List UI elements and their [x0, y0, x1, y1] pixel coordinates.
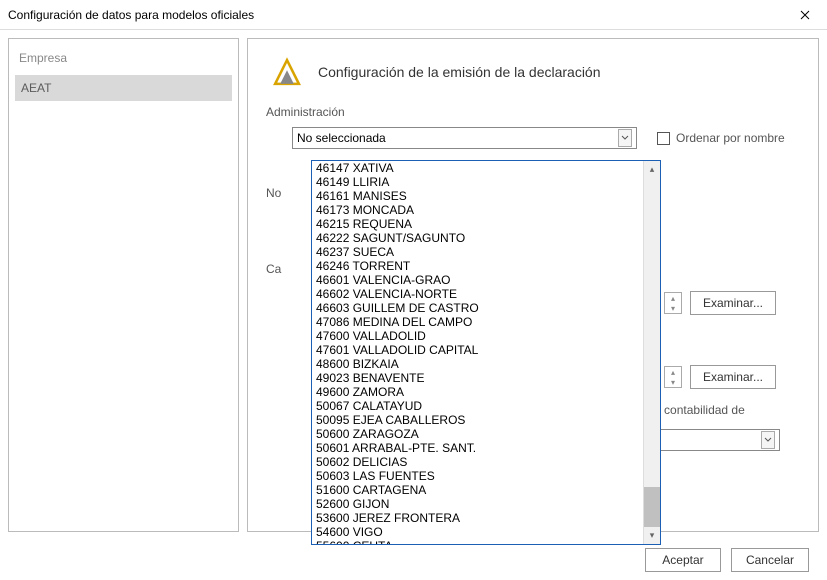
spinner-1[interactable]: ▴ ▾ — [664, 292, 682, 314]
dropdown-item[interactable]: 50603 LAS FUENTES — [312, 469, 643, 483]
section-header: Configuración de la emisión de la declar… — [266, 49, 800, 101]
dropdown-item[interactable]: 46602 VALENCIA-NORTE — [312, 287, 643, 301]
dropdown-scrollbar[interactable]: ▴ ▾ — [643, 161, 660, 544]
order-by-name-checkbox[interactable]: Ordenar por nombre — [657, 131, 785, 145]
checkbox-box-icon — [657, 132, 670, 145]
scroll-thumb[interactable] — [644, 487, 660, 527]
dropdown-item[interactable]: 46601 VALENCIA-GRAO — [312, 273, 643, 287]
dropdown-item[interactable]: 50602 DELICIAS — [312, 455, 643, 469]
browse-button-2[interactable]: Examinar... — [690, 365, 776, 389]
section-title: Configuración de la emisión de la declar… — [318, 64, 601, 80]
window-title: Configuración de datos para modelos ofic… — [8, 8, 254, 22]
admin-label: Administración — [266, 101, 800, 127]
browse-button-1[interactable]: Examinar... — [690, 291, 776, 315]
left-panel-header: Empresa — [15, 45, 232, 75]
dropdown-item[interactable]: 46246 TORRENT — [312, 259, 643, 273]
aeat-logo-icon — [270, 55, 304, 89]
hidden-label-ca: Ca — [266, 262, 281, 276]
chevron-up-icon: ▴ — [665, 367, 681, 377]
hidden-label-no: No — [266, 186, 281, 200]
dropdown-item[interactable]: 47086 MEDINA DEL CAMPO — [312, 315, 643, 329]
dropdown-item[interactable]: 46149 LLIRIA — [312, 175, 643, 189]
chevron-down-icon: ▾ — [665, 377, 681, 387]
left-panel: Empresa AEAT — [8, 38, 239, 532]
spinner-2[interactable]: ▴ ▾ — [664, 366, 682, 388]
dropdown-item[interactable]: 49023 BENAVENTE — [312, 371, 643, 385]
dropdown-item[interactable]: 52600 GIJON — [312, 497, 643, 511]
dropdown-item[interactable]: 46222 SAGUNT/SAGUNTO — [312, 231, 643, 245]
scroll-up-icon: ▴ — [644, 161, 660, 178]
close-button[interactable] — [782, 0, 827, 30]
ok-button[interactable]: Aceptar — [645, 548, 721, 572]
dropdown-item[interactable]: 55600 CEUTA — [312, 539, 643, 544]
dropdown-item[interactable]: 46237 SUECA — [312, 245, 643, 259]
dropdown-item[interactable]: 47600 VALLADOLID — [312, 329, 643, 343]
tree-item-aeat[interactable]: AEAT — [15, 75, 232, 101]
chevron-down-icon — [618, 129, 632, 147]
order-by-name-label: Ordenar por nombre — [676, 131, 785, 145]
dropdown-item[interactable]: 46603 GUILLEM DE CASTRO — [312, 301, 643, 315]
scroll-down-icon: ▾ — [644, 527, 660, 544]
cancel-button[interactable]: Cancelar — [731, 548, 809, 572]
dropdown-item[interactable]: 50601 ARRABAL-PTE. SANT. — [312, 441, 643, 455]
dropdown-item[interactable]: 46161 MANISES — [312, 189, 643, 203]
dropdown-item[interactable]: 51600 CARTAGENA — [312, 483, 643, 497]
dropdown-item[interactable]: 54600 VIGO — [312, 525, 643, 539]
dropdown-item[interactable]: 49600 ZAMORA — [312, 385, 643, 399]
admin-row: No seleccionada Ordenar por nombre — [266, 127, 800, 149]
dropdown-item[interactable]: 50067 CALATAYUD — [312, 399, 643, 413]
dropdown-item[interactable]: 50095 EJEA CABALLEROS — [312, 413, 643, 427]
close-icon — [800, 10, 810, 20]
admin-dropdown-list[interactable]: 46147 XATIVA46149 LLIRIA46161 MANISES461… — [311, 160, 661, 545]
dropdown-item[interactable]: 50600 ZARAGOZA — [312, 427, 643, 441]
chevron-down-icon — [761, 431, 775, 449]
chevron-down-icon: ▾ — [665, 303, 681, 313]
dropdown-item[interactable]: 46147 XATIVA — [312, 161, 643, 175]
dropdown-item[interactable]: 46173 MONCADA — [312, 203, 643, 217]
dropdown-item[interactable]: 47601 VALLADOLID CAPITAL — [312, 343, 643, 357]
titlebar: Configuración de datos para modelos ofic… — [0, 0, 827, 30]
dropdown-item[interactable]: 46215 REQUENA — [312, 217, 643, 231]
admin-combo[interactable]: No seleccionada — [292, 127, 637, 149]
dropdown-item[interactable]: 48600 BIZKAIA — [312, 357, 643, 371]
admin-combo-value: No seleccionada — [297, 131, 386, 145]
dropdown-item[interactable]: 53600 JEREZ FRONTERA — [312, 511, 643, 525]
dialog-footer: Aceptar Cancelar — [0, 540, 827, 580]
chevron-up-icon: ▴ — [665, 293, 681, 303]
